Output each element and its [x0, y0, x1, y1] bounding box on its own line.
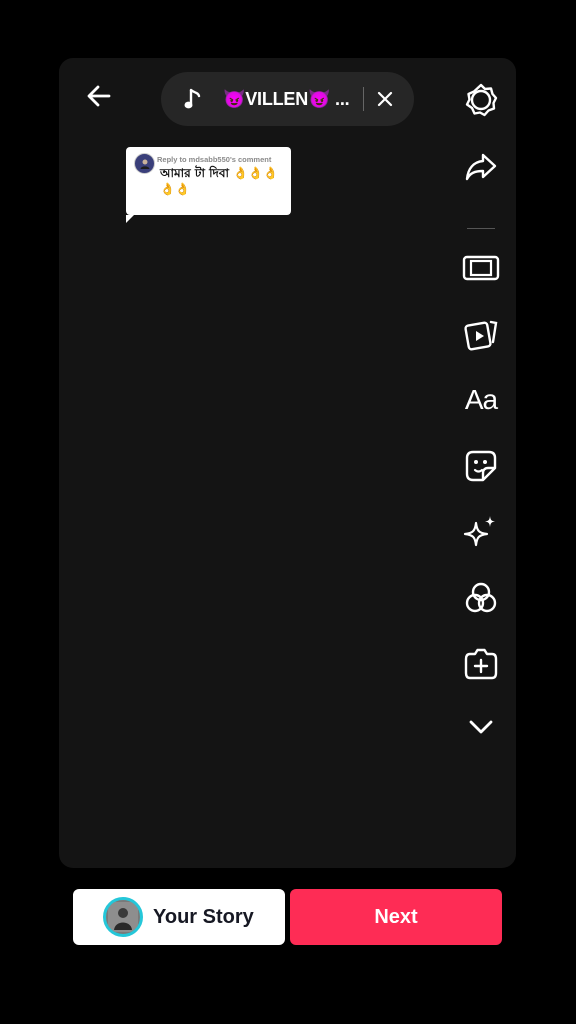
- text-icon: Aa: [464, 384, 498, 415]
- music-selector[interactable]: 😈VILLEN😈 ...: [161, 72, 414, 126]
- user-avatar: [103, 897, 143, 937]
- settings-button[interactable]: [456, 78, 506, 122]
- pill-divider: [363, 87, 364, 111]
- back-button[interactable]: [81, 78, 117, 114]
- filters-icon: [465, 582, 497, 613]
- music-title: 😈VILLEN😈 ...: [223, 88, 350, 109]
- next-label: Next: [374, 905, 418, 928]
- commenter-avatar: [134, 153, 155, 174]
- reply-comment-text: আমার টা দিবা 👌👌👌👌👌: [160, 166, 279, 196]
- more-tools-button[interactable]: [456, 705, 506, 749]
- sticker-icon: [465, 450, 497, 482]
- share-icon: [465, 153, 497, 181]
- settings-icon: [465, 83, 498, 117]
- music-note-icon: [181, 87, 205, 111]
- text-button[interactable]: Aa: [456, 378, 506, 422]
- add-clip-icon: [464, 648, 498, 680]
- sticker-button[interactable]: [456, 444, 506, 488]
- templates-button[interactable]: [456, 312, 506, 356]
- reply-header: Reply to mdsabb550's comment: [157, 155, 272, 164]
- back-arrow-icon: [87, 85, 111, 107]
- remove-music-button[interactable]: [372, 86, 398, 112]
- add-clip-button[interactable]: [456, 642, 506, 686]
- next-button[interactable]: Next: [290, 889, 502, 945]
- close-icon: [377, 91, 393, 107]
- share-button[interactable]: [456, 145, 506, 189]
- your-story-button[interactable]: Your Story: [73, 889, 285, 945]
- filters-button[interactable]: [456, 576, 506, 620]
- your-story-label: Your Story: [153, 905, 254, 928]
- video-preview-canvas[interactable]: 😈VILLEN😈 ... Reply to mdsabb550's commen…: [59, 58, 516, 868]
- aspect-ratio-icon: [462, 255, 500, 281]
- effects-icon: [463, 516, 495, 547]
- effects-button[interactable]: [456, 510, 506, 554]
- templates-icon: [464, 320, 498, 351]
- aspect-ratio-button[interactable]: [456, 246, 506, 290]
- toolbar-divider: [467, 228, 495, 229]
- chevron-down-icon: [469, 720, 493, 734]
- comment-reply-sticker[interactable]: Reply to mdsabb550's comment আমার টা দিব…: [126, 147, 291, 223]
